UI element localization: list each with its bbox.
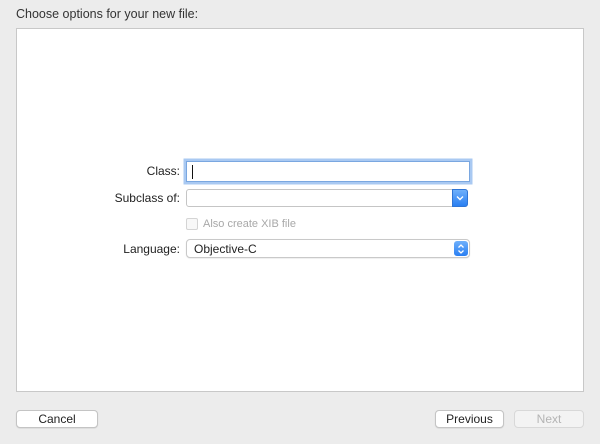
language-popup[interactable]: Objective-C	[186, 239, 470, 258]
class-row: Class:	[0, 161, 600, 183]
xib-checkbox[interactable]	[186, 218, 198, 230]
sheet-heading: Choose options for your new file:	[16, 7, 199, 21]
class-input[interactable]	[186, 161, 470, 182]
text-caret	[192, 165, 193, 179]
subclass-label: Subclass of:	[114, 191, 180, 205]
language-value: Objective-C	[194, 242, 257, 256]
subclass-dropdown-button[interactable]	[452, 189, 468, 207]
language-label: Language:	[123, 242, 180, 256]
subclass-combo-box[interactable]	[186, 189, 468, 207]
subclass-row: Subclass of:	[0, 189, 600, 211]
previous-button[interactable]: Previous	[435, 410, 504, 428]
chevron-down-icon	[456, 196, 464, 201]
xib-row: Also create XIB file	[0, 216, 600, 238]
class-label: Class:	[146, 164, 180, 178]
new-file-options-sheet: Choose options for your new file: Class:…	[0, 0, 600, 444]
next-button[interactable]: Next	[514, 410, 584, 428]
xib-checkbox-label: Also create XIB file	[203, 218, 296, 230]
cancel-button[interactable]: Cancel	[16, 410, 98, 428]
language-stepper-button[interactable]	[454, 241, 468, 256]
language-row: Language: Objective-C	[0, 239, 600, 261]
up-down-chevron-icon	[458, 243, 464, 254]
xib-checkbox-control[interactable]: Also create XIB file	[186, 216, 296, 232]
